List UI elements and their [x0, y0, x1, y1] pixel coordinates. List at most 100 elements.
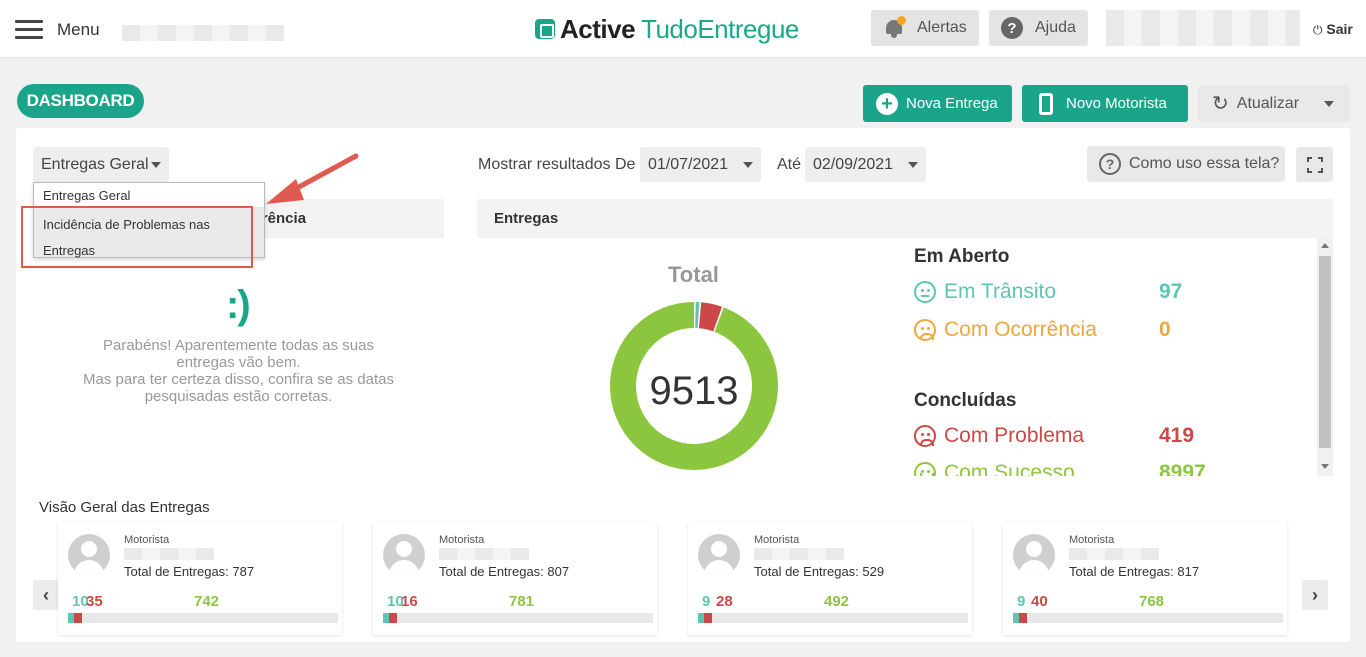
- help-label: Ajuda: [1035, 19, 1076, 36]
- redacted-driver-name: [1069, 548, 1159, 560]
- driver-problem-count: 28: [716, 593, 733, 610]
- stat-with-occurrence[interactable]: Com Ocorrência 0: [914, 317, 1171, 343]
- dashboard-tab[interactable]: DASHBOARD: [17, 84, 144, 118]
- message-line: Mas para ter certeza disso, confira se a…: [83, 371, 394, 388]
- deliveries-card-title: Entregas: [494, 210, 559, 227]
- date-to-value: 02/09/2021: [813, 155, 894, 173]
- driver-success-count: 492: [824, 593, 850, 610]
- stat-label: Em Trânsito: [944, 280, 1057, 303]
- driver-total: Total de Entregas: 817: [1069, 564, 1200, 579]
- stat-value: 419: [1159, 424, 1195, 447]
- driver-problem-count: 16: [401, 593, 418, 610]
- driver-card[interactable]: Motorista Total de Entregas: 787 10 35 7…: [58, 522, 342, 635]
- stat-label: Com Ocorrência: [944, 318, 1097, 341]
- alerts-button[interactable]: Alertas: [871, 10, 979, 46]
- driver-label: Motorista: [439, 534, 485, 546]
- refresh-icon: ↻: [1212, 93, 1229, 115]
- carousel-prev-button[interactable]: ‹: [33, 580, 59, 610]
- fullscreen-button[interactable]: [1296, 147, 1333, 182]
- date-range-label: Mostrar resultados De: [478, 156, 636, 173]
- stat-success[interactable]: Com Sucesso 8997: [914, 460, 1206, 476]
- avatar: [68, 534, 110, 576]
- driver-problem-count: 35: [86, 593, 103, 610]
- refresh-button[interactable]: ↻ Atualizar: [1198, 85, 1350, 122]
- expand-icon: [1306, 156, 1323, 173]
- driver-label: Motorista: [1069, 534, 1115, 546]
- completed-section-title: Concluídas: [914, 390, 1017, 411]
- driver-success-count: 781: [509, 593, 535, 610]
- donut-title: Total: [668, 262, 719, 287]
- plus-circle-icon: +: [876, 92, 898, 115]
- stat-label: Com Sucesso: [944, 461, 1075, 476]
- date-to-label: Até: [777, 156, 802, 173]
- question-icon: ?: [1001, 17, 1023, 39]
- stat-value: 8997: [1159, 461, 1206, 476]
- new-driver-label: Novo Motorista: [1066, 95, 1167, 112]
- avatar: [698, 534, 740, 576]
- stat-label: Com Problema: [944, 424, 1085, 447]
- stat-value: 97: [1159, 280, 1183, 303]
- driver-progress-bar: [698, 613, 968, 623]
- power-icon: ⏻: [1313, 23, 1323, 37]
- driver-total: Total de Entregas: 807: [439, 564, 570, 579]
- scroll-down-icon[interactable]: [1321, 464, 1329, 469]
- sad-face-icon: [914, 319, 936, 341]
- logo-tudoentregue-text: TudoEntregue: [641, 13, 799, 44]
- annotation-arrow-icon: [266, 153, 359, 204]
- carousel-next-button[interactable]: ›: [1302, 580, 1328, 610]
- date-to-select[interactable]: 02/09/2021: [805, 147, 926, 182]
- all-good-message: Parabéns! Aparentemente todas as suas en…: [33, 337, 444, 405]
- driver-progress-bar: [383, 613, 653, 623]
- driver-progress-bar: [68, 613, 338, 623]
- new-driver-button[interactable]: Novo Motorista: [1022, 85, 1188, 122]
- driver-label: Motorista: [124, 534, 170, 546]
- new-delivery-label: Nova Entrega: [906, 95, 998, 112]
- view-type-select[interactable]: Entregas Geral: [33, 147, 169, 182]
- stats-scrollbar[interactable]: [1317, 238, 1333, 476]
- stat-in-transit[interactable]: Em Trânsito 97: [914, 279, 1182, 305]
- open-section-title: Em Aberto: [914, 246, 1010, 267]
- redacted-account-name[interactable]: [1106, 10, 1300, 46]
- scroll-thumb[interactable]: [1319, 256, 1331, 448]
- menu-label[interactable]: Menu: [57, 20, 100, 40]
- chevron-down-icon: [743, 162, 753, 168]
- question-circle-icon: ?: [1099, 153, 1121, 175]
- dropdown-option-entregas-geral[interactable]: Entregas Geral: [43, 188, 130, 203]
- bell-icon: [885, 16, 906, 38]
- driver-in-transit-count: 9: [1017, 593, 1026, 610]
- scroll-up-icon[interactable]: [1321, 243, 1329, 248]
- chevron-down-icon[interactable]: [1324, 101, 1334, 107]
- driver-success-count: 742: [194, 593, 220, 610]
- smile-emoticon: :): [226, 283, 251, 327]
- driver-progress-bar: [1013, 613, 1283, 623]
- hamburger-menu-icon[interactable]: [15, 20, 43, 40]
- stat-with-problem[interactable]: Com Problema 419: [914, 423, 1194, 449]
- driver-card[interactable]: Motorista Total de Entregas: 817 9 40 76…: [1003, 522, 1287, 635]
- message-line: entregas vão bem.: [176, 354, 301, 371]
- stat-value: 0: [1159, 318, 1171, 341]
- driver-in-transit-count: 9: [702, 593, 711, 610]
- redacted-driver-name: [439, 548, 529, 560]
- message-line: Parabéns! Aparentemente todas as suas: [102, 337, 374, 354]
- happy-face-icon: [914, 462, 936, 476]
- avatar: [383, 534, 425, 576]
- help-button[interactable]: ? Ajuda: [989, 10, 1088, 46]
- new-delivery-button[interactable]: + Nova Entrega: [863, 85, 1012, 122]
- redacted-driver-name: [754, 548, 844, 560]
- driver-problem-count: 40: [1031, 593, 1048, 610]
- phone-icon: [1039, 92, 1053, 115]
- logo-active-text: Active: [560, 13, 636, 44]
- date-from-select[interactable]: 01/07/2021: [640, 147, 761, 182]
- annotation-highlight-box: [21, 206, 253, 268]
- driver-card[interactable]: Motorista Total de Entregas: 807 10 16 7…: [373, 522, 657, 635]
- neutral-face-icon: [914, 281, 936, 303]
- logout-link[interactable]: ⏻ Sair: [1313, 21, 1353, 38]
- sad-face-icon: [914, 425, 936, 447]
- overview-title: Visão Geral das Entregas: [39, 499, 210, 516]
- top-bar: Menu Active TudoEntregue Alertas ? Ajuda…: [0, 0, 1366, 58]
- how-to-use-button[interactable]: ? Como uso essa tela?: [1087, 146, 1285, 182]
- date-from-value: 01/07/2021: [648, 155, 729, 173]
- driver-card[interactable]: Motorista Total de Entregas: 529 9 28 49…: [688, 522, 972, 635]
- deliveries-card-body: Total 9513 Em Aberto Em Trânsito 97 Com …: [477, 238, 1333, 476]
- how-to-use-label: Como uso essa tela?: [1129, 155, 1280, 172]
